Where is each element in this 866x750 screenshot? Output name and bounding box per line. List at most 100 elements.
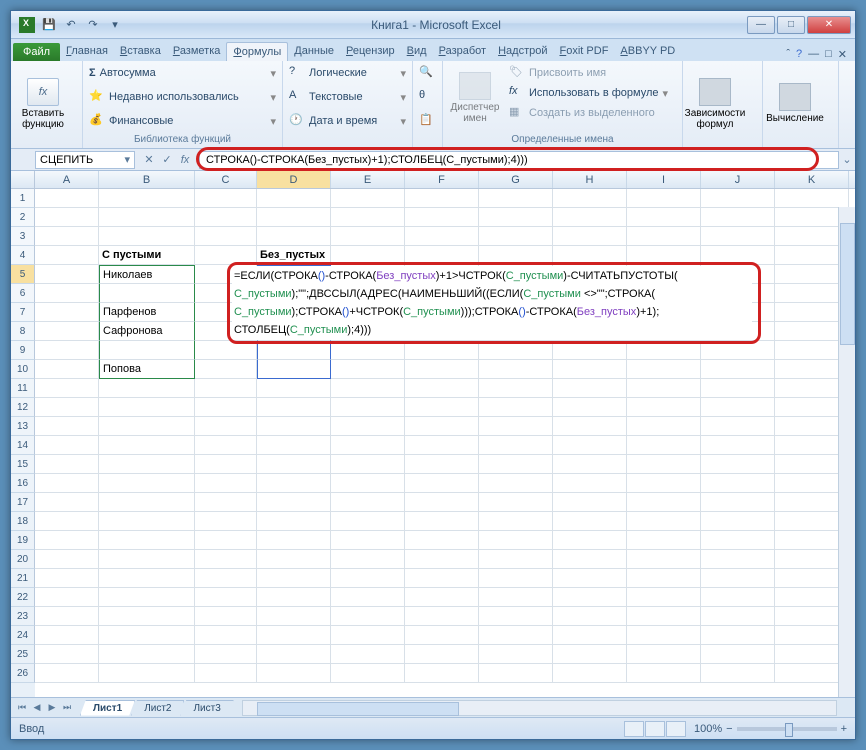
cell-H11[interactable] — [553, 379, 627, 398]
cell-D16[interactable] — [257, 474, 331, 493]
cell-E26[interactable] — [331, 664, 405, 683]
cell-A19[interactable] — [35, 531, 99, 550]
namebox-dropdown-icon[interactable]: ▾ — [124, 153, 130, 166]
row-header-22[interactable]: 22 — [11, 588, 35, 607]
cell-F1[interactable] — [405, 189, 479, 208]
ribbon-tab-10[interactable]: ABBYY PD — [614, 42, 681, 61]
next-sheet-icon[interactable]: ▶ — [45, 702, 59, 713]
ribbon-tab-8[interactable]: Надстрой — [492, 42, 553, 61]
cell-F10[interactable] — [405, 360, 479, 379]
cell-C26[interactable] — [195, 664, 257, 683]
cell-C13[interactable] — [195, 417, 257, 436]
cell-G20[interactable] — [479, 550, 553, 569]
cell-F20[interactable] — [405, 550, 479, 569]
cell-G22[interactable] — [479, 588, 553, 607]
row-header-2[interactable]: 2 — [11, 208, 35, 227]
cell-C19[interactable] — [195, 531, 257, 550]
col-header-G[interactable]: G — [479, 171, 553, 188]
cell-F16[interactable] — [405, 474, 479, 493]
cell-C14[interactable] — [195, 436, 257, 455]
cell-D14[interactable] — [257, 436, 331, 455]
col-header-F[interactable]: F — [405, 171, 479, 188]
cell-H22[interactable] — [553, 588, 627, 607]
cell-C2[interactable] — [195, 208, 257, 227]
ribbon-tab-7[interactable]: Разработ — [433, 42, 492, 61]
cell-I12[interactable] — [627, 398, 701, 417]
cell-C20[interactable] — [195, 550, 257, 569]
cell-A3[interactable] — [35, 227, 99, 246]
cell-B21[interactable] — [99, 569, 195, 588]
cell-J18[interactable] — [701, 512, 775, 531]
cell-B20[interactable] — [99, 550, 195, 569]
cell-A15[interactable] — [35, 455, 99, 474]
cell-I10[interactable] — [627, 360, 701, 379]
cell-B13[interactable] — [99, 417, 195, 436]
cell-H20[interactable] — [553, 550, 627, 569]
row-header-10[interactable]: 10 — [11, 360, 35, 379]
col-header-J[interactable]: J — [701, 171, 775, 188]
name-box-input[interactable] — [40, 154, 110, 166]
cell-B14[interactable] — [99, 436, 195, 455]
row-header-19[interactable]: 19 — [11, 531, 35, 550]
cell-C22[interactable] — [195, 588, 257, 607]
cell-I11[interactable] — [627, 379, 701, 398]
ribbon-tab-0[interactable]: Главная — [60, 42, 114, 61]
row-header-12[interactable]: 12 — [11, 398, 35, 417]
ribbon-tab-4[interactable]: Данные — [288, 42, 340, 61]
cell-F14[interactable] — [405, 436, 479, 455]
cell-A10[interactable] — [35, 360, 99, 379]
cell-D23[interactable] — [257, 607, 331, 626]
cell-E20[interactable] — [331, 550, 405, 569]
cell-G26[interactable] — [479, 664, 553, 683]
cell-C11[interactable] — [195, 379, 257, 398]
cell-J14[interactable] — [701, 436, 775, 455]
cell-G13[interactable] — [479, 417, 553, 436]
row-header-4[interactable]: 4 — [11, 246, 35, 265]
cell-H17[interactable] — [553, 493, 627, 512]
cell-H9[interactable] — [553, 341, 627, 360]
cell-G21[interactable] — [479, 569, 553, 588]
cell-F13[interactable] — [405, 417, 479, 436]
cell-B5[interactable]: Николаев — [99, 265, 195, 284]
cell-B18[interactable] — [99, 512, 195, 531]
cell-G10[interactable] — [479, 360, 553, 379]
cell-E15[interactable] — [331, 455, 405, 474]
save-icon[interactable]: 💾 — [39, 15, 59, 35]
cell-B11[interactable] — [99, 379, 195, 398]
cell-D1[interactable] — [257, 189, 331, 208]
cell-D24[interactable] — [257, 626, 331, 645]
cell-A2[interactable] — [35, 208, 99, 227]
col-header-I[interactable]: I — [627, 171, 701, 188]
use-in-formula-button[interactable]: fxИспользовать в формуле▾ — [507, 83, 670, 103]
cell-E18[interactable] — [331, 512, 405, 531]
cell-B17[interactable] — [99, 493, 195, 512]
cell-D21[interactable] — [257, 569, 331, 588]
cell-I3[interactable] — [627, 227, 701, 246]
cell-J4[interactable] — [701, 246, 775, 265]
cell-C9[interactable] — [195, 341, 257, 360]
cell-A26[interactable] — [35, 664, 99, 683]
cell-F26[interactable] — [405, 664, 479, 683]
cell-E4[interactable] — [331, 246, 405, 265]
cell-A23[interactable] — [35, 607, 99, 626]
row-header-14[interactable]: 14 — [11, 436, 35, 455]
qat-dropdown-icon[interactable]: ▾ — [105, 15, 125, 35]
cell-I21[interactable] — [627, 569, 701, 588]
row-header-7[interactable]: 7 — [11, 303, 35, 322]
cell-C1[interactable] — [195, 189, 257, 208]
cell-B8[interactable]: Сафронова — [99, 322, 195, 341]
financial-button[interactable]: 💰Финансовые▾ — [87, 111, 278, 131]
cell-J25[interactable] — [701, 645, 775, 664]
ribbon-tab-1[interactable]: Вставка — [114, 42, 167, 61]
cell-H25[interactable] — [553, 645, 627, 664]
cell-A22[interactable] — [35, 588, 99, 607]
col-header-A[interactable]: A — [35, 171, 99, 188]
cell-H24[interactable] — [553, 626, 627, 645]
cell-E25[interactable] — [331, 645, 405, 664]
cell-B3[interactable] — [99, 227, 195, 246]
cell-I16[interactable] — [627, 474, 701, 493]
cell-F19[interactable] — [405, 531, 479, 550]
cell-F9[interactable] — [405, 341, 479, 360]
row-header-26[interactable]: 26 — [11, 664, 35, 683]
cell-J15[interactable] — [701, 455, 775, 474]
